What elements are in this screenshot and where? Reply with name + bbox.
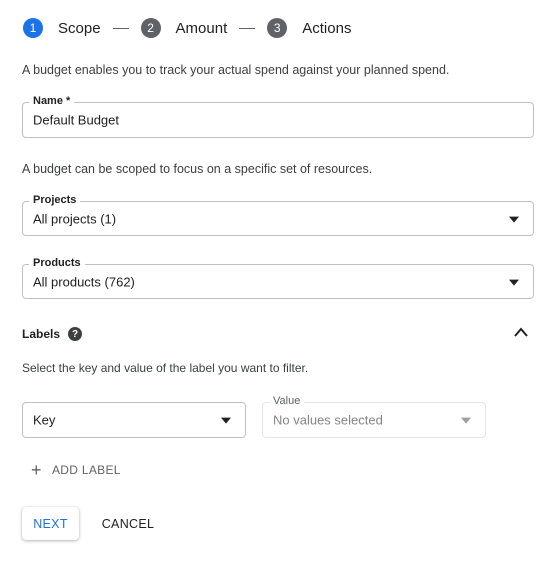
products-select-value: All products (762) (33, 274, 135, 289)
step-amount[interactable]: 2 Amount (140, 18, 228, 38)
scope-text: A budget can be scoped to focus on a spe… (22, 162, 373, 176)
dropdown-arrow-icon (509, 216, 519, 223)
labels-description: Select the key and value of the label yo… (22, 361, 309, 375)
name-field-label: Name * (29, 94, 75, 108)
add-label-text: ADD LABEL (52, 463, 121, 477)
cancel-button[interactable]: CANCEL (99, 507, 157, 540)
chevron-up-icon[interactable] (513, 326, 529, 338)
next-button[interactable]: NEXT (22, 507, 79, 540)
name-field[interactable]: Name * Default Budget (22, 94, 534, 138)
labels-header: Labels ? (22, 327, 83, 341)
add-label-button[interactable]: + ADD LABEL (31, 460, 121, 480)
name-field-value[interactable]: Default Budget (33, 113, 119, 128)
help-icon[interactable]: ? (68, 327, 83, 341)
dropdown-arrow-icon (221, 417, 231, 424)
step-label-amount: Amount (175, 19, 228, 37)
label-value-value: No values selected (273, 412, 383, 428)
products-select[interactable]: Products All products (762) (22, 256, 534, 299)
step-scope[interactable]: 1 Scope (23, 18, 101, 38)
step-label-scope: Scope (58, 19, 101, 37)
step-label-actions: Actions (302, 19, 352, 37)
dropdown-arrow-icon (509, 279, 519, 286)
label-key-value: Key (33, 412, 56, 428)
label-key-select[interactable]: Key (22, 402, 246, 438)
plus-icon: + (31, 460, 42, 480)
dropdown-arrow-icon (461, 417, 471, 424)
intro-text: A budget enables you to track your actua… (22, 63, 450, 77)
label-value-label: Value (269, 394, 305, 408)
projects-select-value: All projects (1) (33, 211, 117, 226)
labels-title: Labels (22, 327, 61, 341)
step-separator (112, 27, 129, 29)
projects-select-label: Projects (29, 193, 81, 207)
projects-select[interactable]: Projects All projects (1) (22, 193, 534, 236)
step-actions[interactable]: 3 Actions (267, 18, 351, 38)
stepper: 1 Scope 2 Amount 3 Actions (23, 17, 351, 39)
step-number-amount: 2 (140, 18, 161, 38)
step-separator (239, 27, 256, 29)
step-number-actions: 3 (267, 18, 288, 38)
products-select-label: Products (29, 256, 85, 270)
step-number-scope: 1 (23, 18, 43, 38)
label-value-select[interactable]: Value No values selected (262, 394, 486, 438)
